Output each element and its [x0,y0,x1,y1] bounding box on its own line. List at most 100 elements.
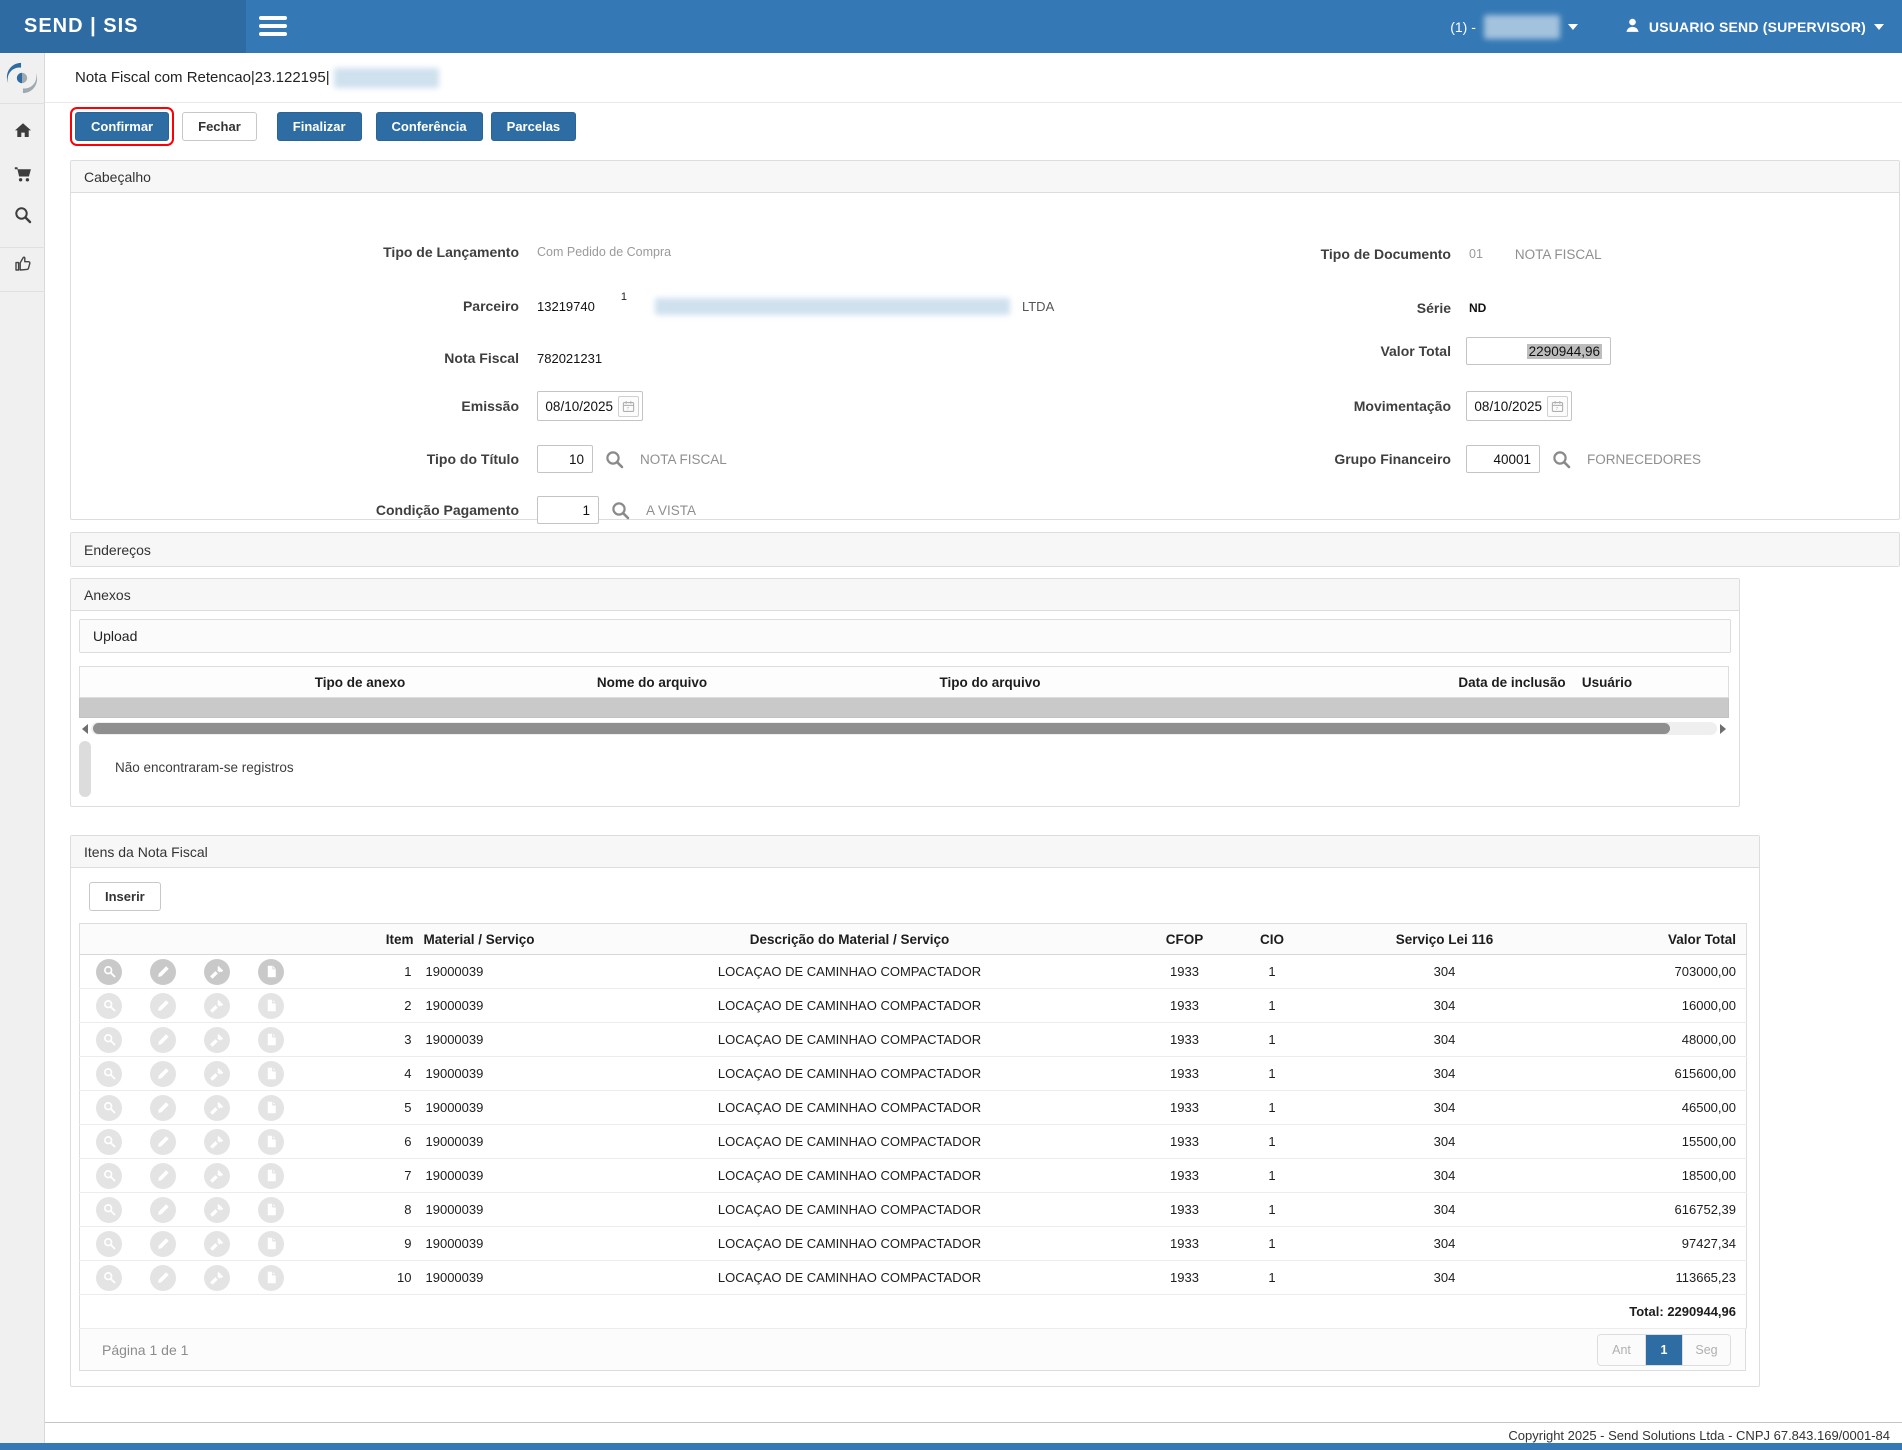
magnifier-icon [103,1271,116,1284]
user-menu[interactable]: USUARIO SEND (SUPERVISOR) [1624,17,1884,37]
row-document-button[interactable] [258,1163,284,1189]
row-edit-button[interactable] [150,1061,176,1087]
row-search-button[interactable] [96,1163,122,1189]
chevron-down-icon[interactable] [1874,24,1884,30]
row-document-button[interactable] [258,1265,284,1291]
row-actions-button[interactable] [204,1095,230,1121]
col-material: Material / Serviço [420,924,560,955]
row-actions-button[interactable] [204,1197,230,1223]
row-edit-button[interactable] [150,993,176,1019]
row-search-button[interactable] [96,1027,122,1053]
cabecalho-panel-header[interactable]: Cabeçalho [71,161,1899,193]
file-icon [265,965,278,978]
pencil-icon [157,1101,170,1114]
col-usuario: Usuário [1582,675,1632,690]
toolbar: Confirmar Fechar Finalizar Conferência P… [70,107,576,146]
finalizar-button[interactable]: Finalizar [277,112,362,141]
conferencia-button[interactable]: Conferência [376,112,483,141]
movimentacao-value[interactable]: 08/10/2025 [1467,399,1547,414]
confirmar-button[interactable]: Confirmar [75,112,169,141]
fechar-button[interactable]: Fechar [182,112,257,141]
cell-valor: 97427,34 [1575,1227,1747,1261]
row-search-button[interactable] [96,1231,122,1257]
sidebar-item-search[interactable] [0,199,45,235]
pagination-current-page[interactable]: 1 [1646,1335,1682,1365]
upload-section-header[interactable]: Upload [79,619,1731,653]
row-edit-button[interactable] [150,1197,176,1223]
cell-cfop: 1933 [1140,989,1230,1023]
row-search-button[interactable] [96,1265,122,1291]
scroll-right-icon[interactable] [1717,722,1729,735]
chevron-down-icon[interactable] [1568,24,1578,30]
row-document-button[interactable] [258,1027,284,1053]
vertical-scrollbar[interactable] [79,741,91,797]
pagination-prev-button[interactable]: Ant [1598,1335,1646,1365]
sidebar-item-cart[interactable] [0,159,45,195]
hamburger-menu-icon[interactable] [259,16,287,37]
row-edit-button[interactable] [150,959,176,985]
magnifier-icon [103,1033,116,1046]
row-search-button[interactable] [96,993,122,1019]
anexos-panel-header[interactable]: Anexos [71,579,1739,611]
lookup-search-icon[interactable] [611,501,630,520]
enderecos-panel-header[interactable]: Endereços [71,533,1899,566]
col-valor: Valor Total [1575,924,1747,955]
row-edit-button[interactable] [150,1163,176,1189]
cell-item: 8 [370,1193,420,1227]
grupo-financeiro-input[interactable]: 40001 [1466,445,1540,473]
row-actions-button[interactable] [204,1061,230,1087]
row-edit-button[interactable] [150,1265,176,1291]
hammer-icon [210,1237,224,1251]
row-search-button[interactable] [96,959,122,985]
row-document-button[interactable] [258,959,284,985]
calendar-icon[interactable]: 7 [1547,396,1568,417]
row-actions-button[interactable] [204,1265,230,1291]
row-search-button[interactable] [96,1061,122,1087]
row-edit-button[interactable] [150,1129,176,1155]
cell-cfop: 1933 [1140,1125,1230,1159]
movimentacao-input[interactable]: 08/10/2025 7 [1466,391,1572,421]
cell-material: 19000039 [420,1227,560,1261]
scrollbar-track[interactable] [91,722,1717,735]
lookup-search-icon[interactable] [1552,450,1571,469]
sidebar-item-home[interactable] [0,114,45,150]
pagination-bar: Página 1 de 1 Ant 1 Seg [79,1329,1746,1371]
row-actions-cell [80,1159,370,1193]
scrollbar-thumb[interactable] [93,723,1670,734]
pagination-next-button[interactable]: Seg [1682,1335,1730,1365]
app-logo[interactable] [5,61,39,95]
row-document-button[interactable] [258,1129,284,1155]
scroll-left-icon[interactable] [79,722,91,735]
row-actions-button[interactable] [204,993,230,1019]
row-actions-button[interactable] [204,1231,230,1257]
row-search-button[interactable] [96,1129,122,1155]
row-edit-button[interactable] [150,1095,176,1121]
row-actions-button[interactable] [204,1129,230,1155]
inserir-button[interactable]: Inserir [89,882,161,911]
col-descricao: Descrição do Material / Serviço [560,924,1140,955]
row-actions-button[interactable] [204,1027,230,1053]
row-document-button[interactable] [258,1197,284,1223]
row-search-button[interactable] [96,1095,122,1121]
horizontal-scrollbar[interactable] [79,722,1729,735]
row-document-button[interactable] [258,1095,284,1121]
hammer-icon [210,1169,224,1183]
valor-total-value: 2290944,96 [1527,344,1602,359]
condicao-pagamento-input[interactable]: 1 [537,496,599,524]
parcelas-button[interactable]: Parcelas [491,112,577,141]
row-edit-button[interactable] [150,1231,176,1257]
row-search-button[interactable] [96,1197,122,1223]
magnifier-icon [103,1169,116,1182]
itens-panel-header[interactable]: Itens da Nota Fiscal [71,836,1759,868]
row-document-button[interactable] [258,1061,284,1087]
row-edit-button[interactable] [150,1027,176,1053]
valor-total-input[interactable]: 2290944,96 [1466,337,1611,365]
sidebar-item-approve[interactable] [0,248,45,284]
row-actions-button[interactable] [204,1163,230,1189]
pagination-info: Página 1 de 1 [80,1342,188,1358]
row-actions-button[interactable] [204,959,230,985]
row-document-button[interactable] [258,993,284,1019]
row-document-button[interactable] [258,1231,284,1257]
company-selector[interactable]: (1) - [1450,15,1578,39]
item-row: 919000039LOCAÇAO DE CAMINHAO COMPACTADOR… [80,1227,1747,1261]
